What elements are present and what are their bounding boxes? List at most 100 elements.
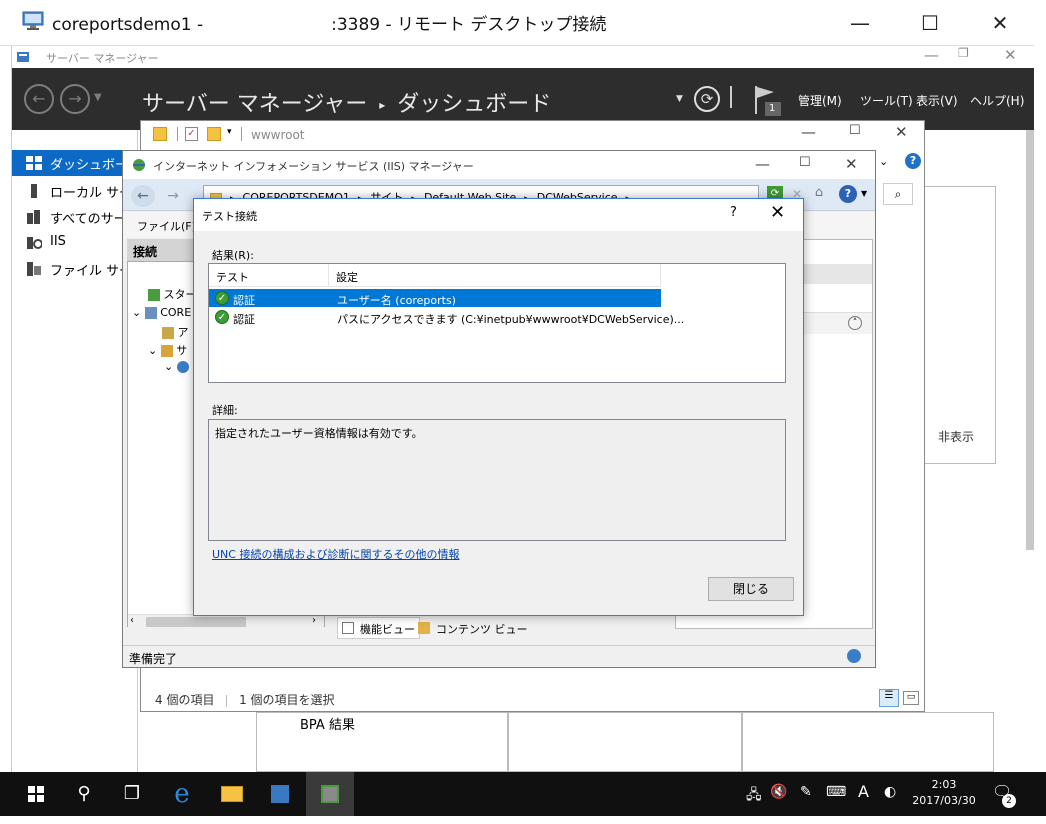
explorer-status-bar: 4 個の項目 1 個の項目を選択	[155, 691, 335, 708]
dialog-help-button[interactable]: ?	[730, 205, 737, 220]
iis-minimize-button[interactable]: —	[755, 155, 770, 173]
clock-time: 2:03	[931, 778, 957, 791]
sidebar-item-dashboard[interactable]: ダッシュボード	[12, 150, 138, 176]
history-dropdown-icon[interactable]: ▼	[94, 92, 102, 103]
refresh-icon[interactable]: ⟳	[694, 86, 720, 112]
refresh-dropdown-icon[interactable]: ▼	[676, 94, 683, 104]
hidden-label[interactable]: 非表示	[938, 428, 974, 445]
menu-help[interactable]: ヘルプ(H)	[970, 92, 1024, 109]
quick-access-dropdown-icon[interactable]: ▾	[227, 127, 232, 137]
forward-icon[interactable]: →	[161, 185, 185, 207]
breadcrumb-root[interactable]: サーバー マネージャー	[142, 92, 367, 117]
home-icon[interactable]: ⌂	[811, 185, 827, 201]
new-folder-icon[interactable]	[207, 127, 221, 141]
volume-muted-icon[interactable]: 🔇	[770, 784, 787, 800]
result-row[interactable]: ✓ 認証 ユーザー名 (coreports)	[209, 289, 661, 307]
details-view-icon[interactable]: ☰	[879, 689, 899, 707]
menu-manage[interactable]: 管理(M)	[798, 92, 842, 109]
menu-view[interactable]: 表示(V)	[916, 92, 958, 109]
rdp-minimize-button[interactable]: —	[840, 8, 880, 38]
back-button[interactable]: ←	[24, 84, 54, 114]
tree-node-default-web-site[interactable]: ⌄	[164, 360, 189, 373]
tree-expanded-icon: ⌄	[148, 344, 158, 357]
status-divider	[226, 694, 228, 707]
collapse-icon[interactable]: ˄	[848, 316, 862, 330]
result-row[interactable]: ✓ 認証 パスにアクセスできます (C:¥inetpub¥wwwroot¥DCW…	[209, 308, 684, 326]
sidebar-item-file-services[interactable]: ファイル サービス	[12, 256, 138, 282]
tree-expanded-icon: ⌄	[164, 360, 174, 373]
scroll-left-icon[interactable]: ‹	[130, 615, 134, 626]
sm-close-button[interactable]: ✕	[1004, 46, 1017, 64]
server-manager-title: サーバー マネージャー	[46, 52, 159, 65]
menu-file[interactable]: ファイル(F)	[137, 218, 196, 234]
sm-minimize-button[interactable]: —	[924, 46, 939, 64]
search-icon[interactable]: ⌕	[883, 183, 913, 205]
tree-node-app-pools[interactable]: ア	[162, 324, 189, 340]
sidebar-item-local-server[interactable]: ローカル サーバー	[12, 178, 138, 204]
column-header-setting[interactable]: 設定	[329, 264, 661, 287]
properties-icon[interactable]: ✓	[185, 127, 198, 141]
large-icons-view-icon[interactable]: ▭	[903, 691, 919, 705]
ribbon-expand-icon[interactable]: ⌄	[879, 155, 888, 168]
close-button[interactable]: 閉じる	[708, 577, 794, 601]
tree-node-label: サ	[176, 344, 188, 357]
notification-badge: 2	[1002, 794, 1016, 808]
result-setting: ユーザー名 (coreports)	[337, 294, 456, 307]
sidebar-item-label: IIS	[50, 234, 66, 249]
tree-node-label: ア	[177, 326, 189, 339]
clock-date: 2017/03/30	[912, 794, 976, 807]
network-icon[interactable]: 🖧	[746, 784, 762, 808]
rdp-maximize-button[interactable]: ☐	[910, 8, 950, 38]
notifications-flag-icon[interactable]	[752, 84, 782, 116]
sidebar-item-iis[interactable]: IIS	[12, 230, 138, 256]
server-icon	[144, 307, 157, 319]
iis-maximize-button[interactable]: ☐	[799, 155, 811, 170]
ime-mode-icon[interactable]: ◐	[884, 784, 896, 800]
search-icon[interactable]: ⚲	[60, 772, 108, 816]
pen-icon[interactable]: ✎	[800, 784, 812, 800]
explorer-close-button[interactable]: ✕	[895, 123, 908, 141]
server-manager-taskbar-icon[interactable]	[256, 772, 304, 816]
rdp-titlebar: coreportsdemo1 -:3389 - リモート デスクトップ接続 — …	[0, 0, 1046, 46]
menu-tools[interactable]: ツール(T)	[860, 92, 913, 109]
unc-info-link[interactable]: UNC 接続の構成および診断に関するその他の情報	[212, 546, 459, 562]
iis-manager-taskbar-icon[interactable]	[306, 772, 354, 816]
results-list[interactable]: テスト 設定 ✓ 認証 ユーザー名 (coreports) ✓ 認証 パスにアク…	[208, 263, 786, 383]
scroll-right-icon[interactable]: ›	[312, 615, 316, 626]
help-icon[interactable]: ?	[839, 185, 857, 203]
forward-button[interactable]: →	[60, 84, 90, 114]
keyboard-icon[interactable]: ⌨	[826, 784, 846, 800]
sidebar-item-all-servers[interactable]: すべてのサーバー	[12, 204, 138, 230]
windows-logo-icon	[28, 786, 44, 802]
internet-explorer-icon[interactable]: e	[158, 772, 206, 816]
tree-horizontal-scrollbar[interactable]: ‹ ›	[128, 614, 324, 628]
explorer-minimize-button[interactable]: —	[801, 123, 816, 141]
tree-node-sites[interactable]: ⌄ サ	[148, 342, 187, 358]
dialog-close-button[interactable]: ✕	[770, 202, 785, 223]
task-view-icon[interactable]: ❐	[108, 772, 156, 816]
test-connection-dialog: テスト接続 ? ✕ 結果(R): テスト 設定 ✓ 認証 ユーザー名 (core…	[193, 198, 804, 616]
scrollbar-thumb[interactable]	[1026, 130, 1034, 550]
sm-restore-button[interactable]: ❐	[958, 46, 969, 60]
tab-content-view[interactable]: コンテンツ ビュー	[413, 617, 533, 639]
file-services-icon	[27, 262, 41, 276]
tree-node-server[interactable]: ⌄ CORE	[132, 306, 191, 319]
clock[interactable]: 2:03 2017/03/30	[904, 777, 984, 809]
explorer-maximize-button[interactable]: ☐	[849, 123, 861, 138]
rdp-close-button[interactable]: ✕	[980, 8, 1020, 38]
explorer-title: wwwroot	[251, 128, 305, 142]
toolbar-divider	[241, 127, 242, 141]
file-explorer-icon[interactable]	[208, 772, 256, 816]
tab-features-view[interactable]: 機能ビュー	[337, 617, 420, 639]
iis-close-button[interactable]: ✕	[845, 155, 858, 173]
scrollbar-thumb[interactable]	[146, 617, 246, 627]
item-count: 4 個の項目	[155, 693, 215, 707]
start-button[interactable]	[12, 772, 60, 816]
help-icon[interactable]: ?	[905, 153, 921, 169]
start-page-icon	[148, 289, 160, 301]
back-icon[interactable]: ←	[131, 185, 155, 207]
dialog-title: テスト接続	[202, 210, 257, 223]
ime-indicator[interactable]: A	[858, 782, 869, 801]
help-dropdown-icon[interactable]: ▼	[861, 189, 867, 198]
column-header-test[interactable]: テスト	[209, 264, 329, 287]
